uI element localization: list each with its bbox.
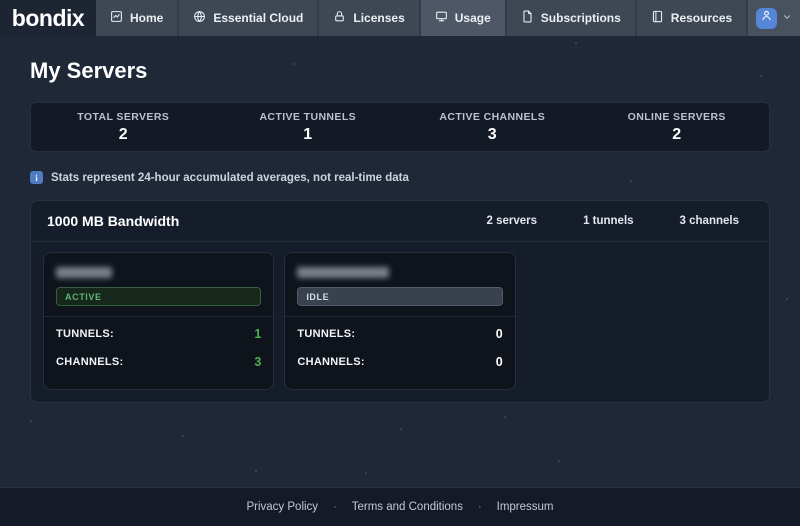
nav-tab-resources[interactable]: Resources [637,0,746,36]
channels-row: CHANNELS: 0 [297,355,502,369]
bandwidth-meta: 2 servers 1 tunnels 3 channels [487,215,753,227]
user-icon [760,9,773,27]
footer-link-privacy[interactable]: Privacy Policy [246,501,318,513]
nav-tab-licenses[interactable]: Licenses [319,0,418,36]
nav-tab-usage[interactable]: Usage [421,0,505,36]
tunnels-label: TUNNELS: [56,328,114,340]
nav-tab-label: Essential Cloud [213,11,303,25]
nav-tab-label: Licenses [353,11,404,25]
main-content: My Servers TOTAL SERVERS 2 ACTIVE TUNNEL… [0,58,800,403]
stats-notice: i Stats represent 24-hour accumulated av… [30,171,770,184]
stat-value: 1 [303,126,312,144]
server-card-2[interactable]: IDLE TUNNELS: 0 CHANNELS: 0 [284,252,515,390]
nav-tab-subscriptions[interactable]: Subscriptions [507,0,635,36]
server-name-redacted [56,267,112,278]
nav-tabs: Home Essential Cloud Licenses Usage Subs… [96,0,748,36]
top-navbar: bondix Home Essential Cloud Licenses Usa… [0,0,800,36]
bandwidth-title: 1000 MB Bandwidth [47,213,179,229]
channels-label: CHANNELS: [56,356,123,368]
notice-text: Stats represent 24-hour accumulated aver… [51,172,409,184]
empty-grid-cell [526,252,757,390]
nav-tab-home[interactable]: Home [96,0,177,36]
avatar [756,8,777,29]
stat-value: 3 [488,126,497,144]
meta-servers: 2 servers [487,215,538,227]
tunnels-value: 1 [254,327,261,341]
stat-online-servers: ONLINE SERVERS 2 [585,112,770,142]
nav-tab-essential-cloud[interactable]: Essential Cloud [179,0,317,36]
stat-active-channels: ACTIVE CHANNELS 3 [400,112,585,142]
tunnels-label: TUNNELS: [297,328,355,340]
user-menu-button[interactable] [748,0,800,36]
stat-total-servers: TOTAL SERVERS 2 [31,112,216,142]
server-name-redacted [297,267,389,278]
stat-label: ACTIVE CHANNELS [439,111,545,123]
tunnels-value: 0 [496,327,503,341]
card-divider [285,316,514,317]
brand-logo[interactable]: bondix [0,0,96,36]
meta-tunnels: 1 tunnels [583,215,633,227]
stat-label: ACTIVE TUNNELS [259,111,356,123]
stats-summary-bar: TOTAL SERVERS 2 ACTIVE TUNNELS 1 ACTIVE … [30,102,770,152]
page-title: My Servers [30,58,770,84]
chevron-down-icon [782,9,792,27]
stat-label: ONLINE SERVERS [628,111,726,123]
stat-value: 2 [119,126,128,144]
meta-channels: 3 channels [680,215,739,227]
bandwidth-panel-header: 1000 MB Bandwidth 2 servers 1 tunnels 3 … [31,201,769,241]
footer-link-impressum[interactable]: Impressum [497,501,554,513]
channels-value: 3 [254,355,261,369]
channels-label: CHANNELS: [297,356,364,368]
footer-link-terms[interactable]: Terms and Conditions [352,501,463,513]
nav-tab-label: Usage [455,11,491,25]
footer-separator: · [478,501,482,513]
channels-row: CHANNELS: 3 [56,355,261,369]
stat-label: TOTAL SERVERS [77,111,169,123]
document-icon [521,10,534,26]
book-icon [651,10,664,26]
server-card-grid: ACTIVE TUNNELS: 1 CHANNELS: 3 IDLE TUNNE… [31,242,769,402]
page-footer: Privacy Policy · Terms and Conditions · … [0,487,800,526]
chart-line-icon [110,10,123,26]
card-divider [44,316,273,317]
status-badge: IDLE [297,287,502,306]
bandwidth-panel: 1000 MB Bandwidth 2 servers 1 tunnels 3 … [30,200,770,403]
tunnels-row: TUNNELS: 1 [56,327,261,341]
info-icon: i [30,171,43,184]
channels-value: 0 [496,355,503,369]
lock-icon [333,10,346,26]
nav-tab-label: Home [130,11,163,25]
footer-separator: · [333,501,337,513]
nav-tab-label: Resources [671,11,732,25]
monitor-icon [435,10,448,26]
nav-tab-label: Subscriptions [541,11,621,25]
stat-value: 2 [672,126,681,144]
server-card-1[interactable]: ACTIVE TUNNELS: 1 CHANNELS: 3 [43,252,274,390]
status-badge: ACTIVE [56,287,261,306]
stat-active-tunnels: ACTIVE TUNNELS 1 [216,112,401,142]
tunnels-row: TUNNELS: 0 [297,327,502,341]
globe-icon [193,10,206,26]
